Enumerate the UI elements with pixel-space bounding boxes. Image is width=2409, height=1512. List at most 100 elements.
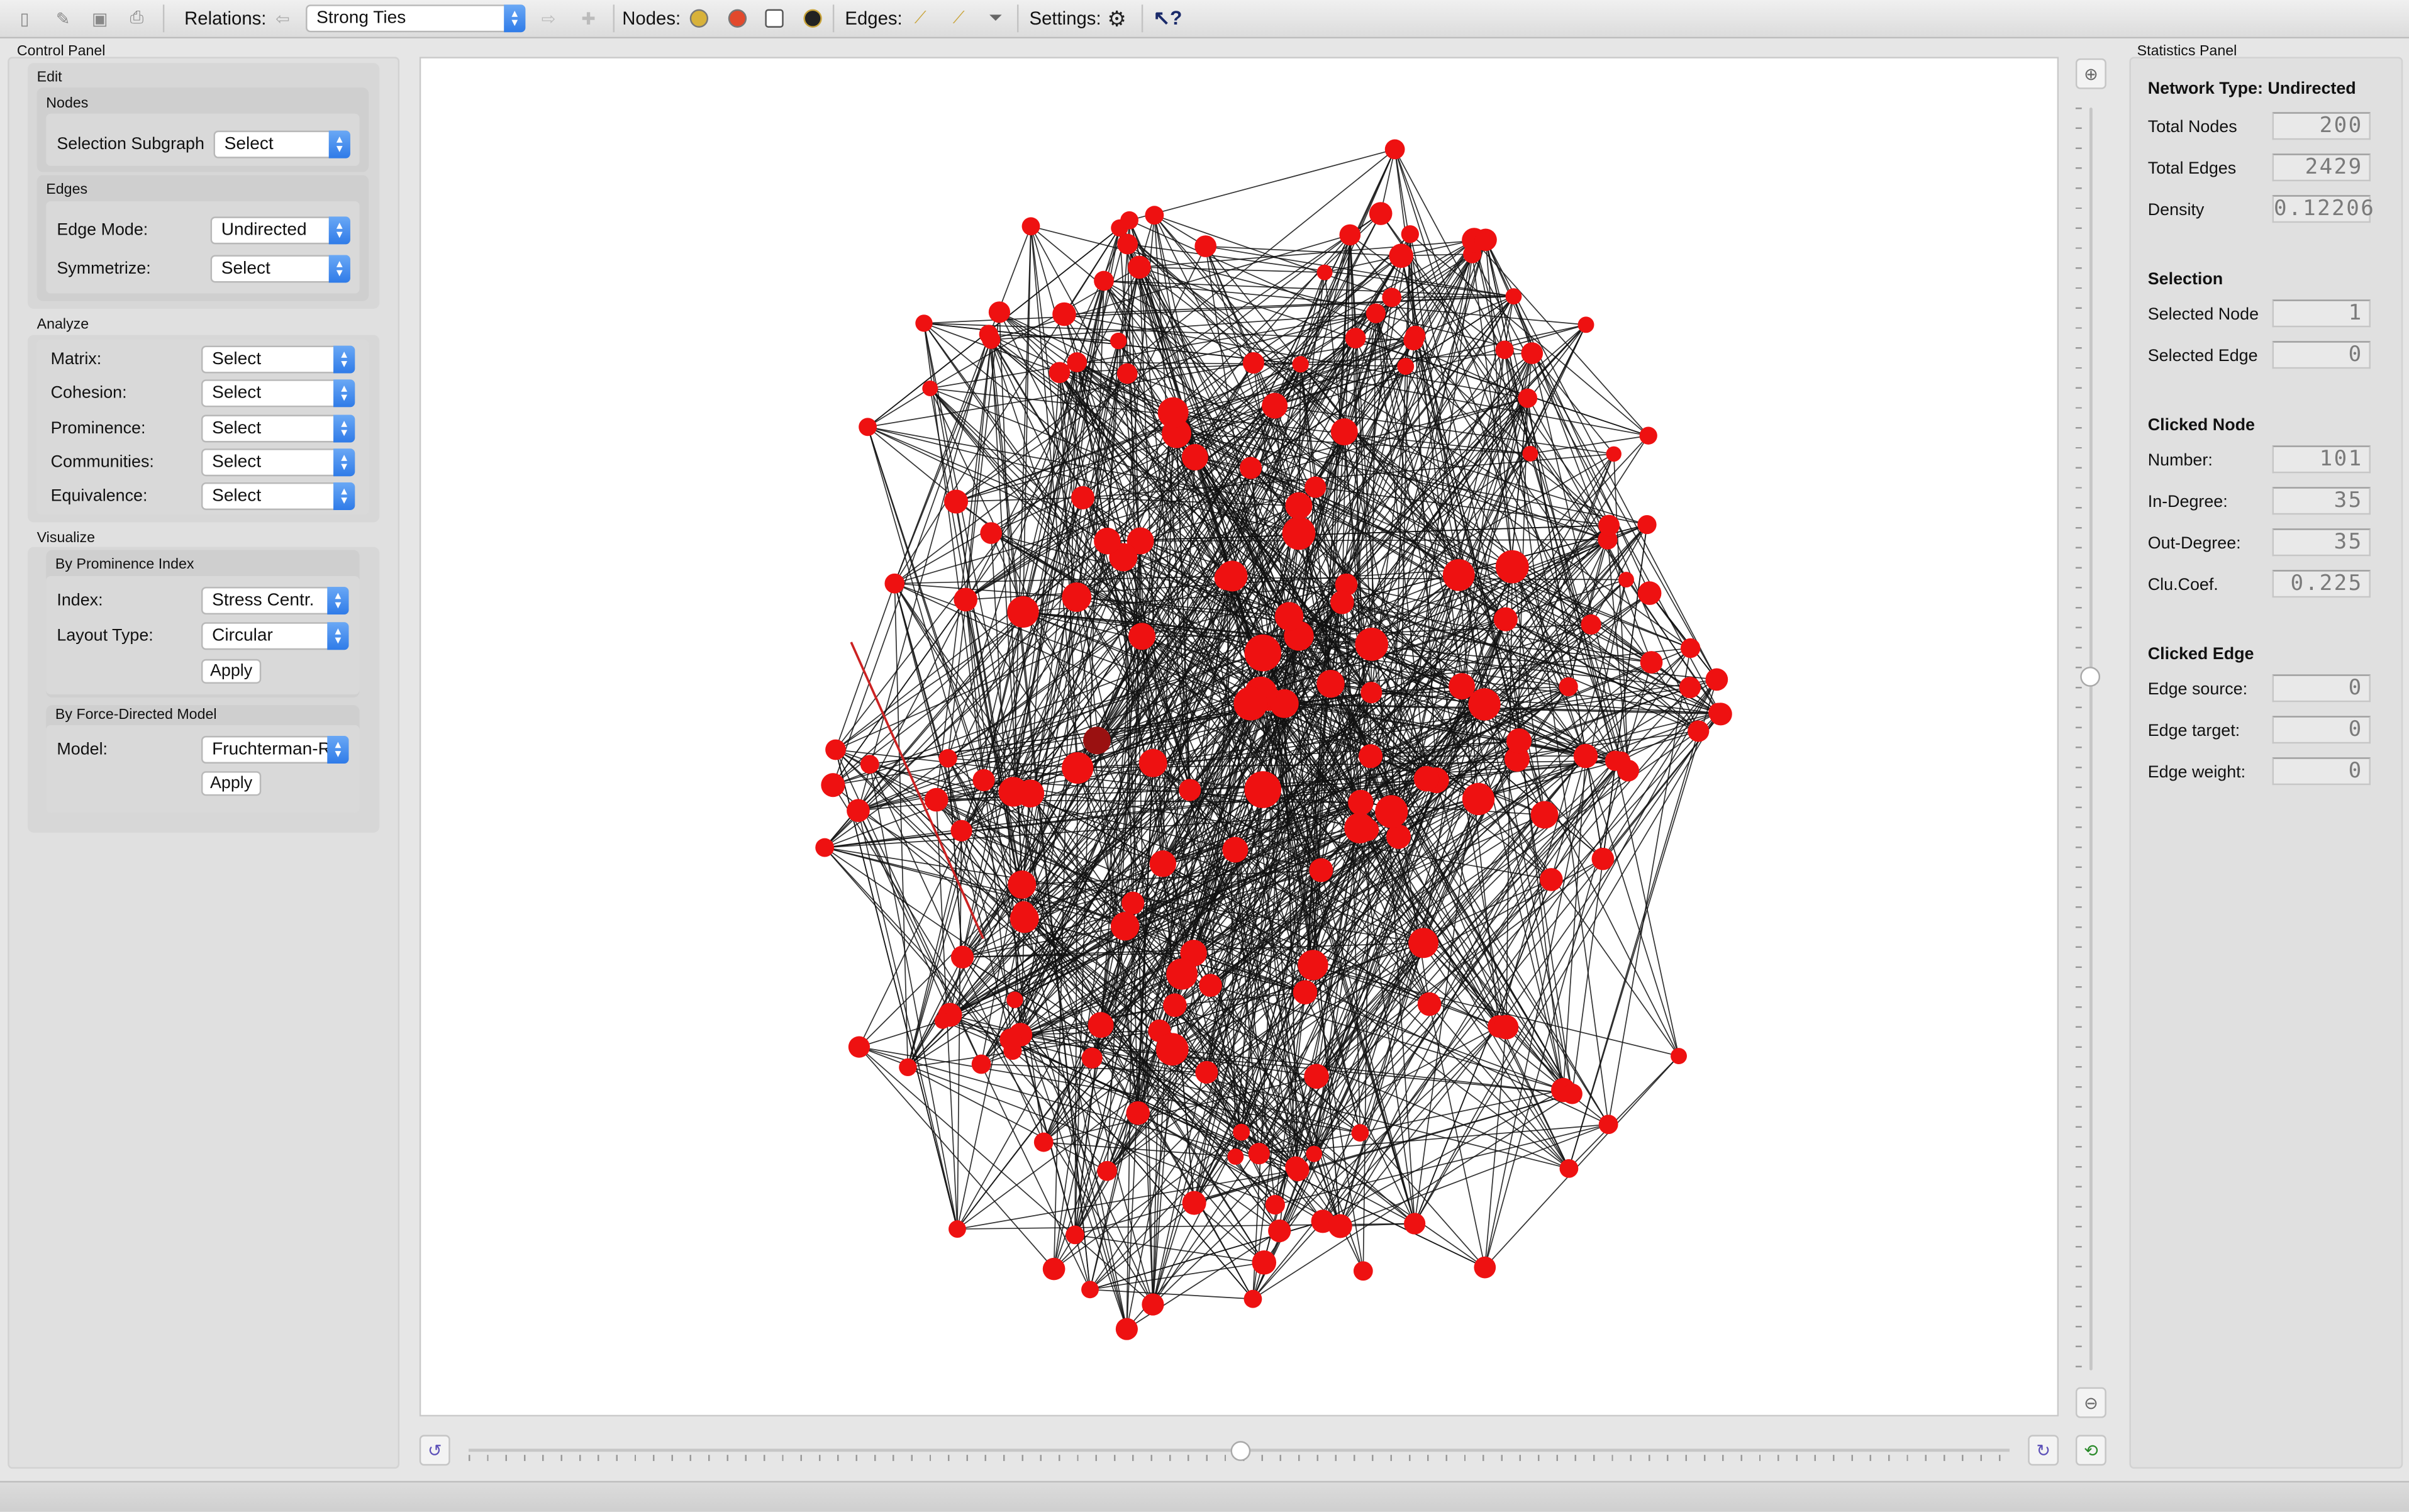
graph-node[interactable] [982, 330, 1000, 348]
find-node-icon[interactable] [762, 6, 787, 31]
index-select[interactable]: Stress Centr. ▴▾ [201, 587, 348, 614]
graph-node[interactable] [972, 1055, 991, 1074]
apply-layout-button[interactable]: Apply [201, 659, 261, 684]
graph-edge[interactable] [894, 584, 1011, 1040]
graph-node[interactable] [1360, 682, 1382, 703]
analyze-row-select[interactable]: Select▴▾ [201, 482, 355, 510]
graph-node[interactable] [847, 799, 870, 822]
graph-node[interactable] [1116, 1318, 1138, 1340]
graph-node[interactable] [1268, 1220, 1291, 1242]
graph-node[interactable] [1506, 288, 1522, 304]
graph-node[interactable] [1071, 486, 1094, 509]
edge-mode-select[interactable]: Undirected ▴▾ [211, 216, 350, 244]
rotate-slider-handle[interactable] [1230, 1441, 1250, 1461]
graph-node[interactable] [1128, 623, 1155, 650]
graph-node[interactable] [1397, 358, 1414, 375]
save-icon[interactable]: ▣ [87, 6, 112, 31]
graph-node[interactable] [915, 314, 932, 331]
layout-type-select[interactable]: Circular ▴▾ [201, 622, 348, 650]
graph-node[interactable] [1331, 418, 1358, 445]
graph-node[interactable] [1574, 744, 1598, 769]
graph-edge[interactable] [1532, 353, 1717, 680]
graph-node[interactable] [1067, 352, 1087, 372]
print-icon[interactable]: ⎙ [125, 6, 149, 31]
graph-node[interactable] [922, 381, 938, 396]
graph-node[interactable] [1285, 1157, 1306, 1178]
graph-node[interactable] [1233, 1124, 1250, 1141]
reset-view-icon[interactable]: ⟲ [2076, 1435, 2106, 1465]
graph-node[interactable] [1494, 608, 1518, 631]
zoom-out-icon[interactable]: ⊖ [2076, 1387, 2106, 1418]
graph-edge[interactable] [1572, 525, 1647, 1094]
graph-node[interactable] [1110, 333, 1127, 349]
graph-node[interactable] [1293, 980, 1318, 1004]
graph-node[interactable] [1559, 677, 1578, 696]
graph-node[interactable] [1339, 225, 1360, 246]
graph-node[interactable] [950, 820, 972, 842]
graph-node[interactable] [1309, 858, 1333, 882]
graph-node[interactable] [1285, 492, 1312, 520]
graph-node[interactable] [1142, 1293, 1164, 1315]
graph-node[interactable] [1443, 559, 1475, 591]
graph-node[interactable] [980, 522, 1002, 544]
graph-node[interactable] [1094, 271, 1114, 291]
graph-node[interactable] [1006, 991, 1023, 1008]
graph-node[interactable] [1679, 677, 1701, 698]
graph-node[interactable] [1007, 596, 1038, 628]
graph-node[interactable] [1158, 397, 1189, 428]
graph-node[interactable] [989, 301, 1010, 323]
graph-node[interactable] [1418, 992, 1442, 1016]
graph-node[interactable] [1578, 316, 1594, 333]
rotate-left-icon[interactable]: ↺ [420, 1435, 450, 1465]
apply-model-button[interactable]: Apply [201, 771, 261, 796]
graph-node[interactable] [1385, 140, 1405, 160]
graph-node[interactable] [1083, 726, 1111, 754]
graph-node[interactable] [1304, 1064, 1329, 1089]
graph-node[interactable] [938, 749, 957, 767]
graph-node[interactable] [1249, 1143, 1270, 1164]
graph-node[interactable] [1639, 427, 1657, 445]
graph-node[interactable] [1156, 1033, 1189, 1065]
graph-node[interactable] [1401, 225, 1419, 243]
symmetrize-select[interactable]: Select ▴▾ [211, 255, 350, 282]
graph-node[interactable] [859, 418, 877, 436]
analyze-row-select[interactable]: Select▴▾ [201, 380, 355, 408]
graph-node[interactable] [1062, 752, 1093, 784]
graph-node[interactable] [1275, 602, 1303, 630]
graph-node[interactable] [1244, 1290, 1262, 1308]
graph-node[interactable] [1348, 790, 1374, 816]
graph-node[interactable] [1581, 614, 1601, 635]
network-graph[interactable] [421, 58, 2060, 1418]
graph-node[interactable] [1562, 1084, 1583, 1104]
graph-node[interactable] [1194, 235, 1216, 257]
graph-node[interactable] [1495, 341, 1513, 359]
graph-node[interactable] [1182, 1191, 1206, 1215]
previous-relation-icon[interactable]: ⇦ [270, 6, 295, 31]
zoom-slider-handle[interactable] [2080, 667, 2100, 687]
graph-node[interactable] [1522, 446, 1538, 462]
graph-node[interactable] [1389, 243, 1413, 268]
gear-icon[interactable]: ⚙ [1104, 6, 1129, 31]
graph-node[interactable] [1592, 848, 1615, 870]
graph-node[interactable] [944, 489, 968, 513]
graph-node[interactable] [821, 773, 845, 797]
graph-node[interactable] [1163, 993, 1187, 1017]
graph-node[interactable] [1217, 561, 1248, 592]
graph-node[interactable] [1681, 638, 1700, 658]
graph-edge[interactable] [1563, 756, 1586, 1090]
graph-node[interactable] [1282, 516, 1316, 550]
graph-node[interactable] [1414, 766, 1440, 792]
open-file-icon[interactable]: ✎ [51, 6, 75, 31]
zoom-in-icon[interactable]: ⊕ [2076, 58, 2106, 89]
graph-node[interactable] [1521, 342, 1543, 364]
graph-node[interactable] [1182, 444, 1208, 470]
whats-this-help-icon[interactable]: ↖? [1155, 6, 1180, 31]
rotate-right-icon[interactable]: ↻ [2028, 1435, 2059, 1465]
graph-edge[interactable] [1130, 149, 1395, 220]
graph-node[interactable] [1710, 703, 1732, 725]
graph-node[interactable] [1240, 457, 1262, 479]
graph-node[interactable] [1359, 744, 1383, 768]
graph-node[interactable] [1606, 447, 1621, 462]
graph-node[interactable] [1540, 868, 1563, 891]
graph-node[interactable] [1266, 1195, 1285, 1215]
